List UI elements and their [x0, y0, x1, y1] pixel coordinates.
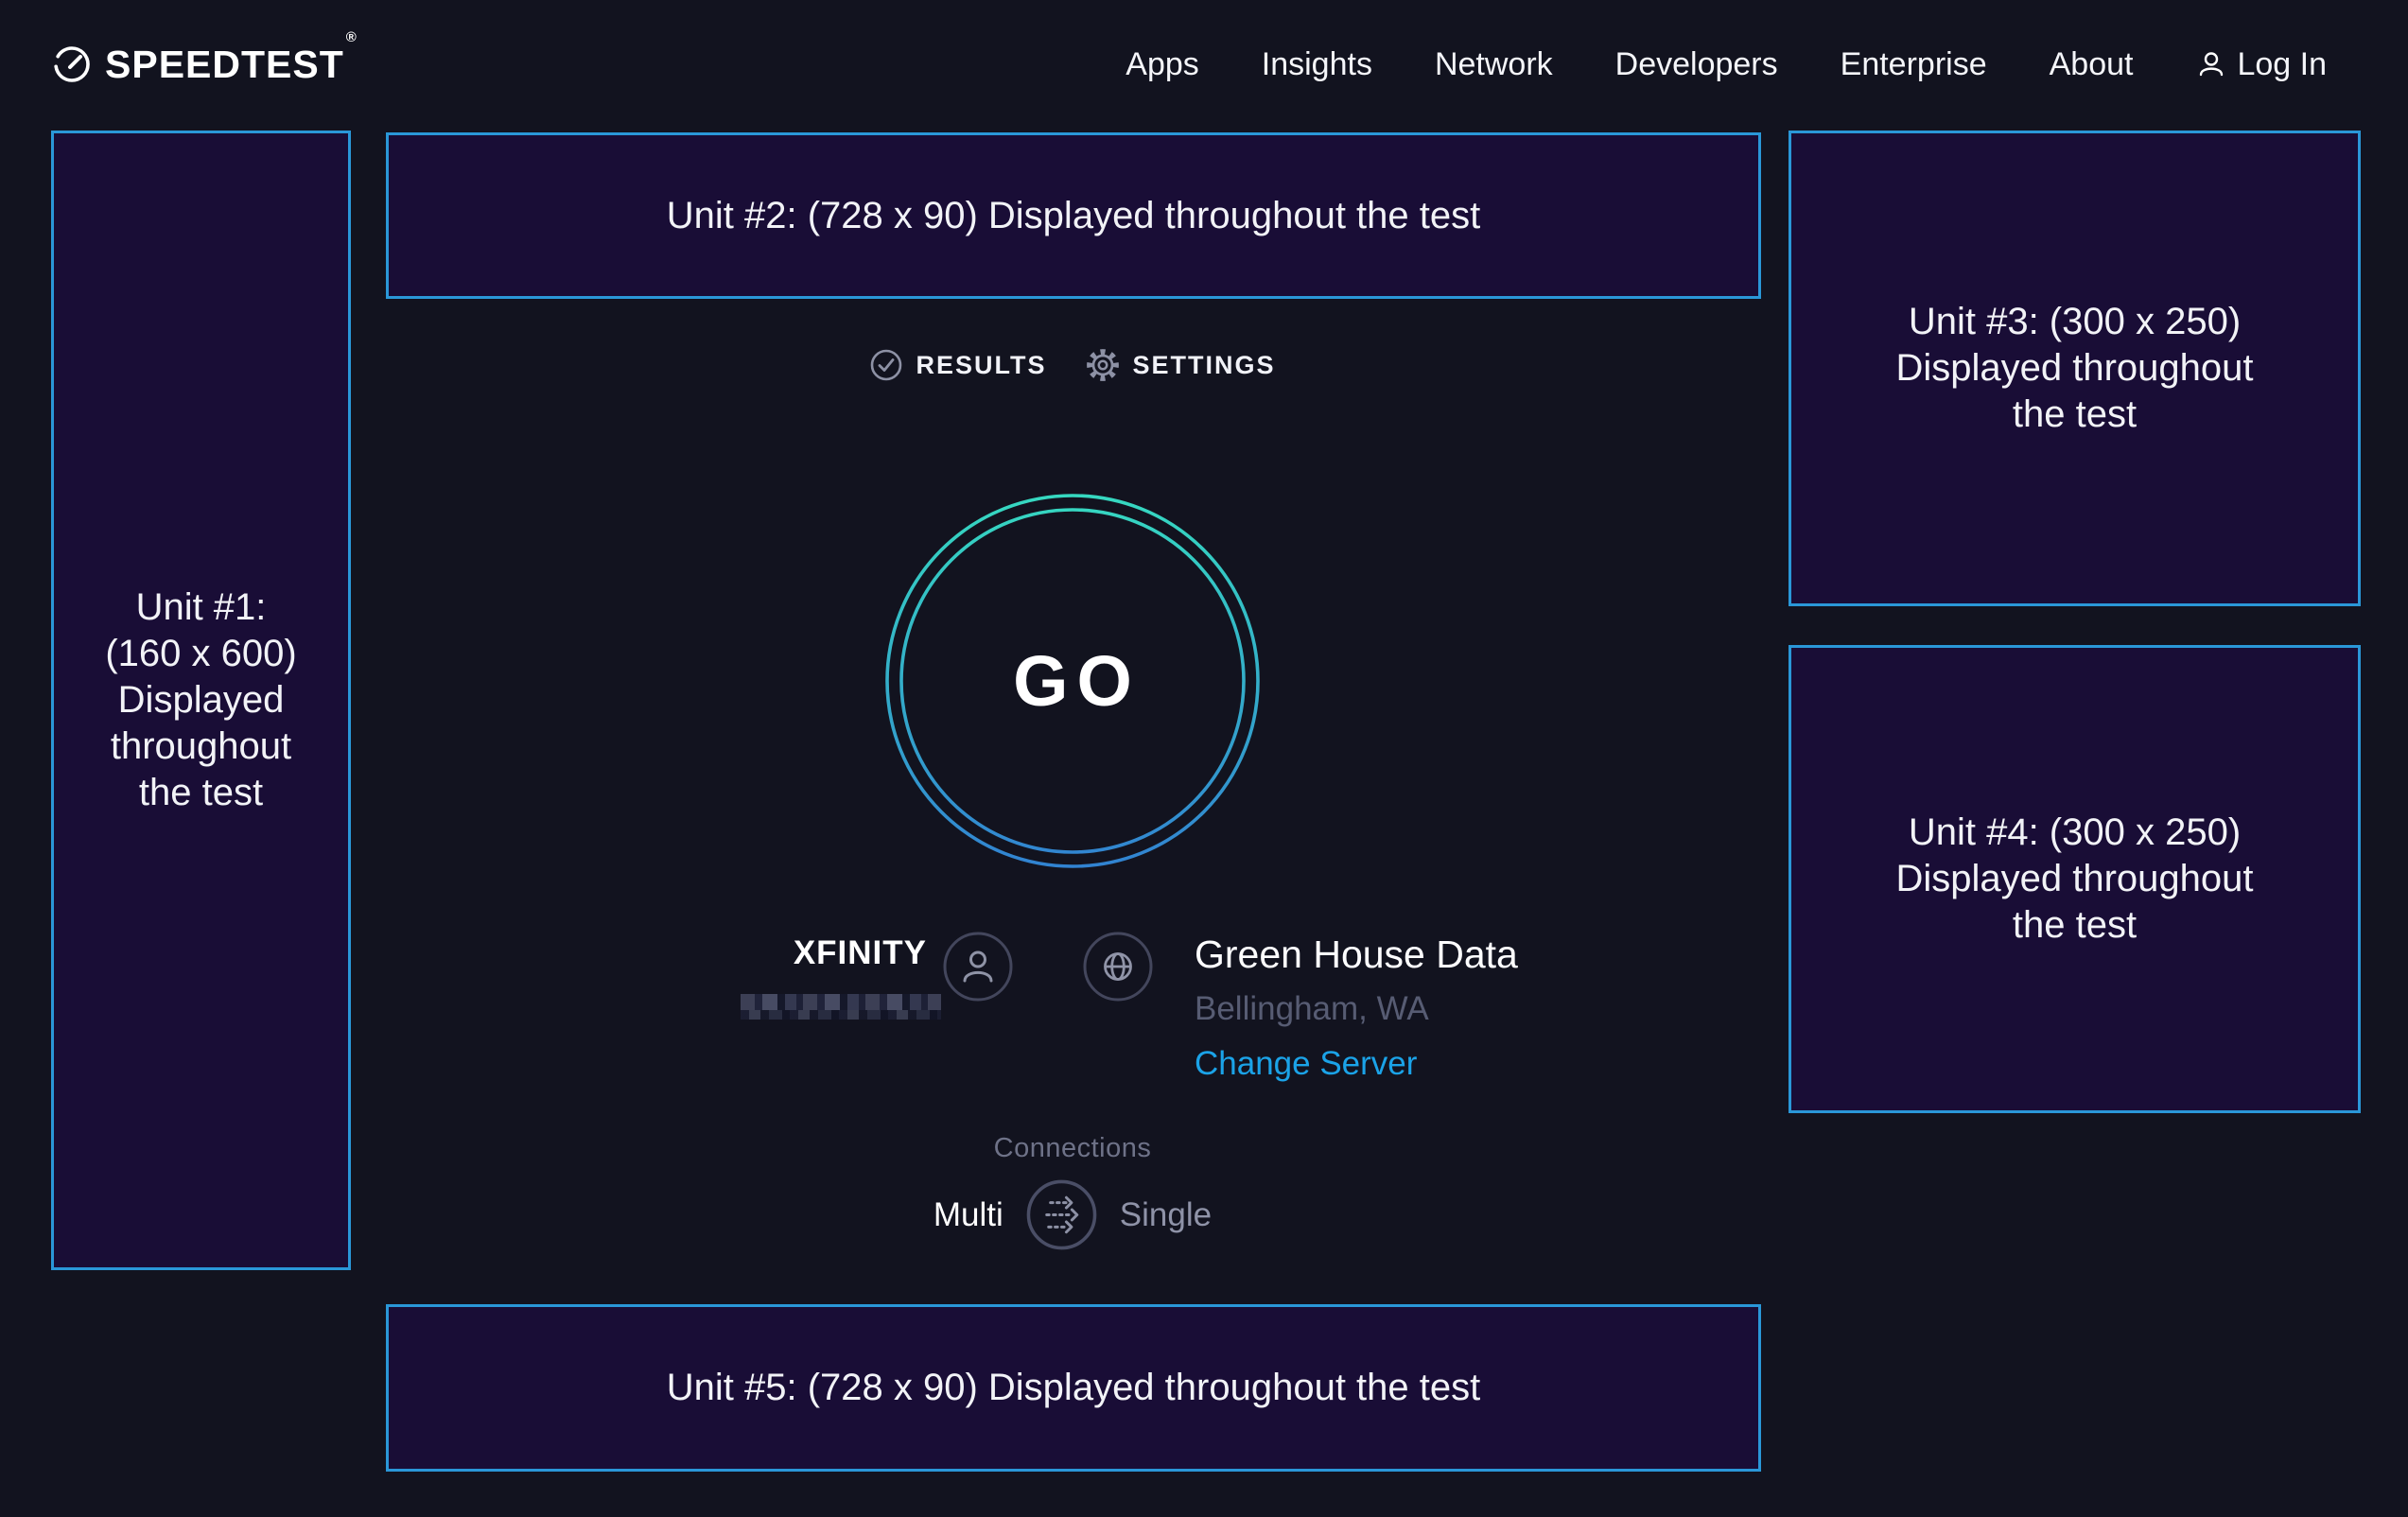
blurred-ip-address [741, 994, 941, 1020]
connections-single-label[interactable]: Single [1120, 1196, 1212, 1234]
blur-pixels [741, 1010, 941, 1020]
server-name: Green House Data [1195, 933, 1518, 977]
ad-text-line: the test [139, 770, 263, 816]
main-nav: Apps Insights Network Developers Enterpr… [1125, 46, 2327, 83]
brand-name: SPEEDTEST® [105, 43, 356, 87]
ad-unit-4: Unit #4: (300 x 250) Displayed throughou… [1789, 645, 2361, 1113]
nav-item-developers[interactable]: Developers [1615, 46, 1778, 83]
ad-unit-1: Unit #1: (160 x 600) Displayed throughou… [51, 131, 351, 1270]
check-circle-icon [869, 348, 903, 382]
gauge-icon [52, 44, 92, 84]
ad-text-line: throughout [111, 724, 291, 770]
isp-name: XFINITY [624, 934, 927, 972]
nav-item-apps[interactable]: Apps [1125, 46, 1199, 83]
tab-settings-label: SETTINGS [1133, 351, 1276, 380]
connections-toggle-row: Multi Single [779, 1178, 1366, 1251]
tab-bar: RESULTS SETTINGS [789, 340, 1356, 390]
tab-results-label: RESULTS [916, 351, 1046, 380]
ad-text-line: Displayed throughout [1895, 345, 2253, 392]
ad-text-line: Unit #2: (728 x 90) Displayed throughout… [667, 193, 1481, 239]
gear-icon [1085, 347, 1121, 383]
connections-multi-label[interactable]: Multi [934, 1196, 1003, 1234]
ad-text-line: Displayed throughout [1895, 856, 2253, 902]
go-button[interactable]: GO [874, 482, 1271, 880]
ad-text-line: Unit #4: (300 x 250) [1909, 810, 2241, 856]
tab-results[interactable]: RESULTS [869, 348, 1046, 382]
login-button[interactable]: Log In [2195, 46, 2327, 83]
nav-item-network[interactable]: Network [1435, 46, 1553, 83]
login-label: Log In [2237, 46, 2327, 83]
ad-text-line: Unit #5: (728 x 90) Displayed throughout… [667, 1365, 1481, 1411]
ad-text-line: Displayed [118, 677, 285, 724]
nav-item-enterprise[interactable]: Enterprise [1841, 46, 1987, 83]
nav-item-insights[interactable]: Insights [1262, 46, 1372, 83]
tab-settings[interactable]: SETTINGS [1085, 347, 1276, 383]
top-nav-bar: SPEEDTEST® Apps Insights Network Develop… [0, 0, 2408, 129]
ad-unit-5: Unit #5: (728 x 90) Displayed throughout… [386, 1304, 1761, 1472]
ad-text-line: the test [2013, 902, 2137, 949]
ad-text-line: the test [2013, 392, 2137, 438]
trademark-mark: ® [346, 29, 358, 45]
server-location: Bellingham, WA [1195, 990, 1518, 1028]
user-icon [2195, 48, 2227, 80]
connections-title: Connections [874, 1133, 1271, 1164]
speedtest-logo[interactable]: SPEEDTEST® [52, 43, 356, 87]
ad-text-line: Unit #3: (300 x 250) [1909, 299, 2241, 345]
ad-unit-2: Unit #2: (728 x 90) Displayed throughout… [386, 132, 1761, 299]
blur-pixels [741, 994, 941, 1010]
ad-unit-3: Unit #3: (300 x 250) Displayed throughou… [1789, 131, 2361, 606]
ad-text-line: (160 x 600) [105, 631, 296, 677]
server-globe-icon [1083, 932, 1153, 1002]
isp-avatar-icon [943, 932, 1013, 1002]
change-server-link[interactable]: Change Server [1195, 1045, 1518, 1083]
speedtest-page: SPEEDTEST® Apps Insights Network Develop… [0, 0, 2408, 1517]
nav-item-about[interactable]: About [2050, 46, 2134, 83]
ad-text-line: Unit #1: [136, 584, 267, 631]
connections-toggle-icon[interactable] [1025, 1178, 1098, 1251]
go-button-label: GO [874, 482, 1271, 880]
server-info: Green House Data Bellingham, WA Change S… [1195, 933, 1518, 1083]
